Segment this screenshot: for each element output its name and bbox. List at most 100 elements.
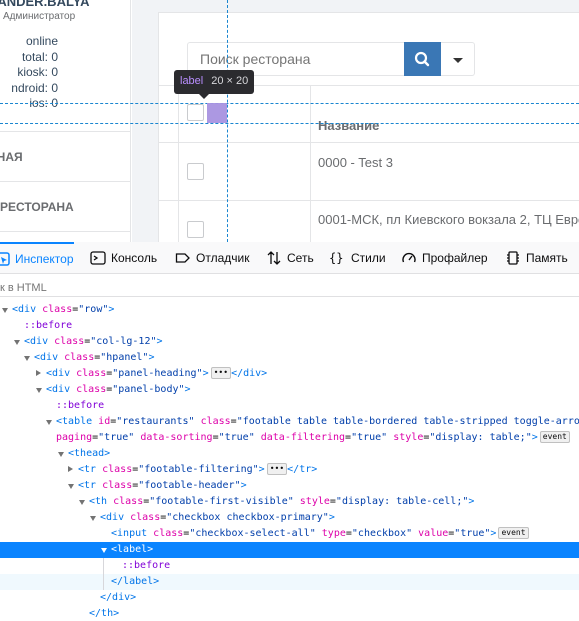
- markup-token: >: [202, 368, 209, 379]
- markup-token: </: [231, 368, 244, 379]
- html-search-input[interactable]: [0, 275, 579, 297]
- filter-dropdown-button[interactable]: [441, 42, 475, 76]
- stat-online: online: [25, 34, 58, 48]
- tab-profiler[interactable]: Профайлер: [401, 242, 488, 274]
- markup-node-text: <table id="restaurants" class="footable …: [56, 414, 579, 430]
- markup-node-row[interactable]: <tr class="footable-filtering"> ••• </tr>: [0, 462, 579, 478]
- gauge-icon: [402, 252, 416, 263]
- markup-token: thead: [74, 448, 105, 459]
- expand-triangle-icon[interactable]: [78, 494, 86, 510]
- markup-node-row[interactable]: ::before: [0, 318, 579, 334]
- markup-token: >: [148, 352, 155, 363]
- markup-token: >: [258, 464, 265, 475]
- markup-token: class: [200, 416, 231, 427]
- markup-node-text: <input class="checkbox-select-all" type=…: [111, 526, 529, 542]
- tab-console[interactable]: Консоль: [90, 242, 157, 274]
- tab-debugger[interactable]: Отладчик: [175, 242, 249, 274]
- markup-token: >: [328, 512, 335, 523]
- collapsed-children-badge[interactable]: •••: [266, 463, 288, 475]
- expand-triangle-icon[interactable]: [1, 302, 9, 318]
- markup-token: >: [490, 528, 497, 539]
- markup-node-row[interactable]: <div class="panel-body">: [0, 382, 579, 398]
- markup-node-row[interactable]: <div class="checkbox checkbox-primary">: [0, 510, 579, 526]
- markup-token: "true": [98, 432, 135, 443]
- network-icon: [267, 251, 281, 265]
- markup-node-text: <div class="row">: [12, 302, 114, 318]
- markup-token: label: [117, 544, 148, 555]
- markup-node-row[interactable]: <div class="panel-heading"> ••• </div>: [0, 366, 579, 382]
- user-name: EXANDER.BALYA: [0, 0, 90, 9]
- markup-node-row[interactable]: <thead>: [0, 446, 579, 462]
- markup-token: >: [261, 368, 268, 379]
- event-badge[interactable]: event: [498, 527, 529, 539]
- markup-token: div: [52, 368, 71, 379]
- column-header-name[interactable]: Название: [318, 118, 379, 133]
- markup-token: ::before: [24, 320, 73, 331]
- tab-label: Стили: [351, 251, 386, 265]
- markup-token: ::before: [122, 560, 171, 571]
- markup-token: "row": [78, 304, 109, 315]
- markup-node-text: <div class="hpanel">: [34, 350, 154, 366]
- expand-triangle-icon[interactable]: [89, 510, 97, 526]
- event-badge[interactable]: event: [539, 431, 570, 443]
- tab-styles[interactable]: {} Стили: [328, 242, 386, 274]
- markup-token: "panel-body": [112, 384, 185, 395]
- expand-triangle-icon[interactable]: [23, 350, 31, 366]
- markup-token: "checkbox": [351, 528, 413, 539]
- expand-triangle-icon[interactable]: [67, 478, 75, 494]
- sidebar-item-restaurant[interactable]: А РЕСТОРАНА: [0, 200, 74, 214]
- expand-triangle-icon[interactable]: [13, 334, 21, 350]
- markup-node-row[interactable]: paging="true" data-sorting="true" data-f…: [0, 430, 579, 446]
- markup-token: </: [111, 576, 124, 587]
- expand-triangle-icon[interactable]: [100, 542, 108, 558]
- table-row-name[interactable]: 0000 - Test 3: [318, 155, 393, 170]
- markup-token: label: [123, 576, 154, 587]
- collapsed-triangle-icon[interactable]: [35, 366, 43, 382]
- tab-label: Профайлер: [422, 251, 488, 265]
- markup-node-row[interactable]: <input class="checkbox-select-all" type=…: [0, 526, 579, 542]
- expand-triangle-icon[interactable]: [35, 382, 43, 398]
- markup-node-row[interactable]: </label>: [0, 574, 579, 590]
- markup-node-row[interactable]: ::before: [0, 398, 579, 414]
- markup-node-row[interactable]: <div class="row">: [0, 302, 579, 318]
- markup-node-row[interactable]: </div>: [0, 590, 579, 606]
- sidebar: EXANDER.BALYA Администратор online total…: [0, 0, 131, 242]
- expand-triangle-icon[interactable]: [57, 446, 65, 462]
- markup-node-row[interactable]: <div class="hpanel">: [0, 350, 579, 366]
- markup-node-row[interactable]: <label>: [0, 542, 579, 558]
- markup-node-row[interactable]: <div class="col-lg-12">: [0, 334, 579, 350]
- markup-token: div: [52, 384, 71, 395]
- tab-inspector[interactable]: Инспектор: [0, 242, 74, 274]
- tab-memory[interactable]: Память: [505, 242, 568, 274]
- markup-node-row[interactable]: </th>: [0, 606, 579, 621]
- row-checkbox[interactable]: [187, 163, 204, 180]
- table-border: [158, 142, 579, 143]
- markup-node-row[interactable]: <table id="restaurants" class="footable …: [0, 414, 579, 430]
- search-button[interactable]: [404, 42, 441, 76]
- markup-token: </: [89, 608, 102, 619]
- markup-token: ::before: [56, 400, 105, 411]
- markup-token: th: [95, 496, 108, 507]
- markup-node-row[interactable]: ::before: [0, 558, 579, 574]
- markup-token: data-filtering: [260, 432, 346, 443]
- markup-token: >: [311, 464, 318, 475]
- tab-network[interactable]: Сеть: [266, 242, 314, 274]
- tab-label: Инспектор: [15, 252, 74, 266]
- devtools-panel: Инспектор Консоль Отладчик Сеть {} Стили…: [0, 242, 579, 621]
- markup-token: tr: [84, 464, 97, 475]
- sidebar-item-main[interactable]: ВНАЯ: [0, 150, 23, 164]
- highlighted-element-box: [207, 103, 227, 123]
- markup-node-row[interactable]: <th class="footable-first-visible" style…: [0, 494, 579, 510]
- select-all-checkbox[interactable]: [187, 104, 204, 121]
- markup-token: >: [113, 608, 120, 619]
- web-page-area: EXANDER.BALYA Администратор online total…: [0, 0, 579, 242]
- markup-node-row[interactable]: <tr class="footable-header">: [0, 478, 579, 494]
- expand-triangle-icon[interactable]: [45, 414, 53, 430]
- sidebar-divider: [0, 231, 131, 232]
- table-row-name[interactable]: 0001-МСК, пл Киевского вокзала 2, ТЦ Евр…: [318, 212, 579, 227]
- debugger-icon: [175, 253, 190, 263]
- row-checkbox[interactable]: [187, 221, 204, 238]
- markup-token: tr: [299, 464, 312, 475]
- collapsed-triangle-icon[interactable]: [67, 462, 75, 478]
- collapsed-children-badge[interactable]: •••: [210, 367, 232, 379]
